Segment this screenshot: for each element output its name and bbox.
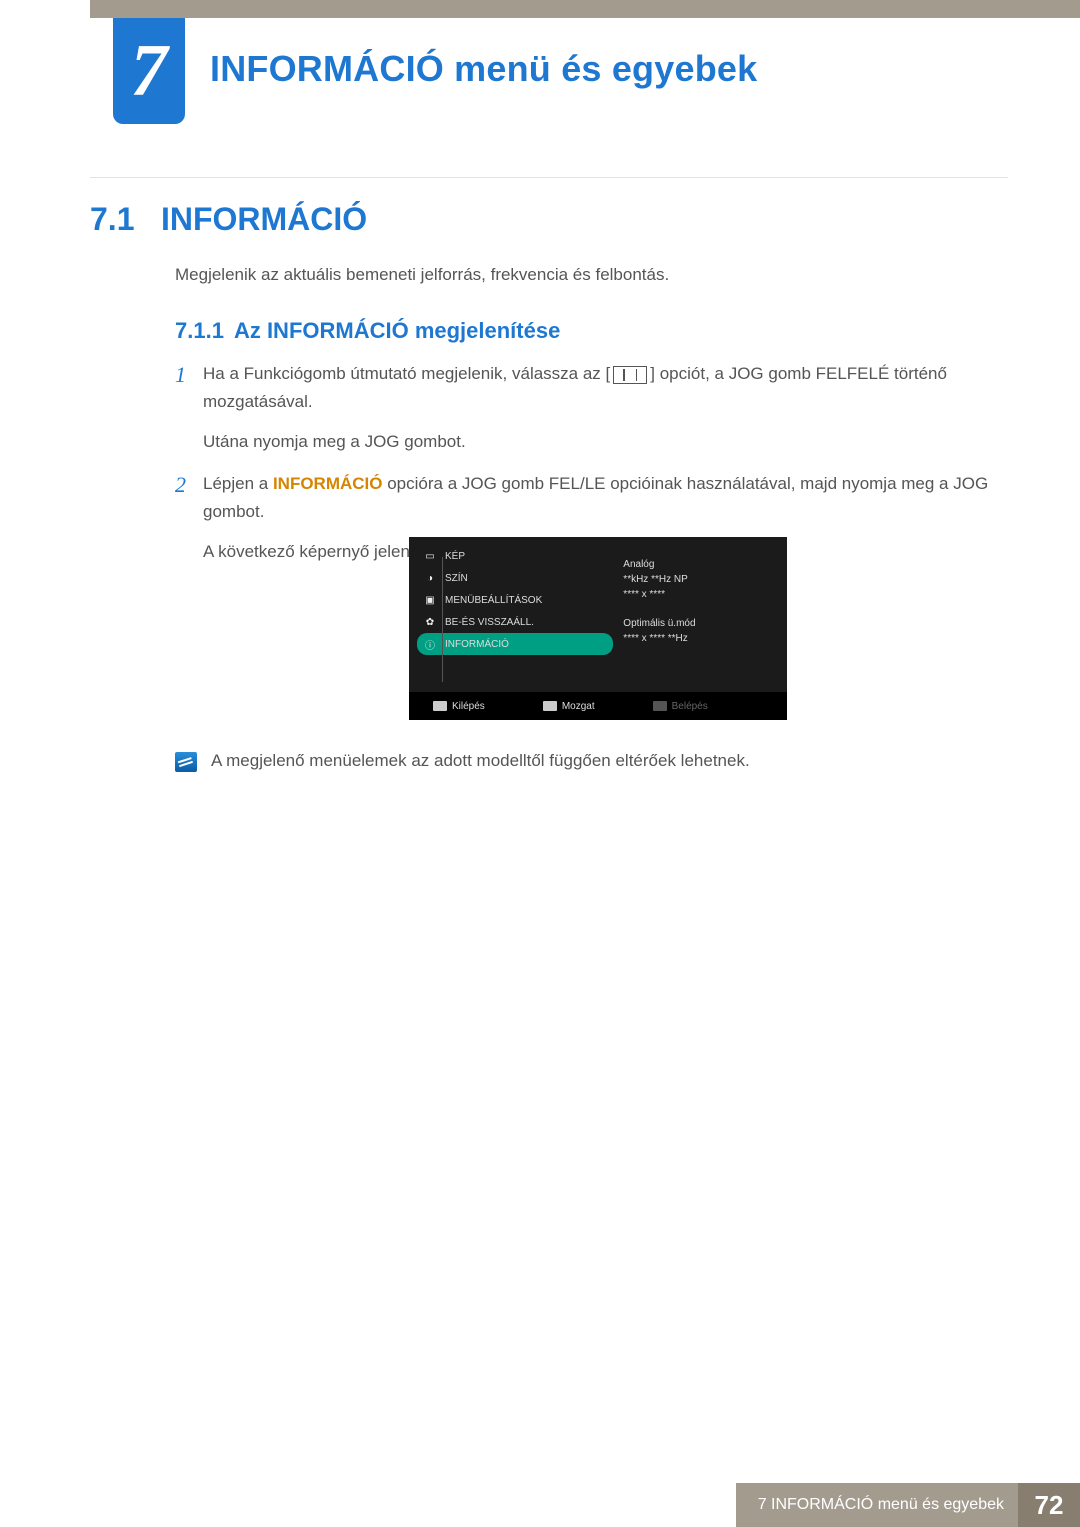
osd-menu-line [442, 557, 443, 682]
section-intro: Megjelenik az aktuális bemeneti jelforrá… [175, 265, 669, 285]
note-text: A megjelenő menüelemek az adott modelltő… [211, 751, 750, 771]
chapter-badge: 7 [113, 18, 185, 124]
osd-menu: ▭ KÉP ◑ SZÍN ▣ MENÜBEÁLLÍTÁSOK ✿ BE-ÉS VISSZ… [409, 537, 623, 692]
osd-info-line: **** x **** **Hz [623, 631, 779, 646]
step-number: 2 [175, 470, 203, 566]
step-number: 1 [175, 360, 203, 456]
osd-info-group-2: Optimális ü.mód **** x **** **Hz [623, 616, 779, 646]
section-number: 7.1 [90, 201, 134, 238]
header-strip [90, 0, 1080, 18]
subsection-title: Az INFORMÁCIÓ megjelenítése [234, 318, 560, 343]
osd-foot-enter: Belépés [653, 701, 708, 712]
enter-key-icon [653, 701, 667, 711]
osd-foot-exit: Kilépés [433, 701, 485, 712]
subsection-heading: 7.1.1 Az INFORMÁCIÓ megjelenítése [175, 318, 560, 344]
step-text: Ha a Funkciógomb útmutató megjelenik, vá… [203, 360, 995, 456]
info-icon: ⓘ [423, 638, 437, 650]
menu-icon [613, 366, 647, 384]
osd-label: SZÍN [445, 573, 468, 584]
step-2-highlight: INFORMÁCIÓ [273, 474, 383, 493]
osd-foot-label: Mozgat [562, 701, 595, 712]
osd-item-bevis: ✿ BE-ÉS VISSZAÁLL. [423, 611, 613, 633]
picture-icon: ▭ [423, 550, 437, 562]
subsection-number: 7.1.1 [175, 318, 224, 343]
osd-body: ▭ KÉP ◑ SZÍN ▣ MENÜBEÁLLÍTÁSOK ✿ BE-ÉS VISSZ… [409, 537, 787, 692]
settings-menu-icon: ▣ [423, 594, 437, 606]
osd-item-szin: ◑ SZÍN [423, 567, 613, 589]
step-1-sub: Utána nyomja meg a JOG gombot. [203, 428, 995, 456]
osd-info-group-1: Analóg **kHz **Hz NP **** x **** [623, 557, 779, 602]
note-icon [175, 752, 197, 772]
step-1: 1 Ha a Funkciógomb útmutató megjelenik, … [175, 360, 995, 456]
osd-info-line: Optimális ü.mód [623, 616, 779, 631]
osd-foot-label: Kilépés [452, 701, 485, 712]
osd-info-line: **kHz **Hz NP [623, 572, 779, 587]
step-2-t1: Lépjen a [203, 474, 273, 493]
osd-label: BE-ÉS VISSZAÁLL. [445, 617, 534, 628]
section-heading: 7.1 INFORMÁCIÓ [90, 189, 367, 238]
chapter-title: INFORMÁCIÓ menü és egyebek [210, 48, 757, 90]
osd-info-line: **** x **** [623, 587, 779, 602]
page-footer: 7 INFORMÁCIÓ menü és egyebek 72 [736, 1483, 1080, 1527]
osd-footer: Kilépés Mozgat Belépés [409, 692, 787, 720]
gear-icon: ✿ [423, 616, 437, 628]
osd-item-info-selected: ⓘ INFORMÁCIÓ [417, 633, 613, 655]
osd-screenshot: ▭ KÉP ◑ SZÍN ▣ MENÜBEÁLLÍTÁSOK ✿ BE-ÉS VISSZ… [409, 537, 787, 720]
color-icon: ◑ [423, 572, 437, 584]
back-key-icon [433, 701, 447, 711]
osd-info-panel: Analóg **kHz **Hz NP **** x **** Optimál… [623, 537, 787, 692]
footer-page-number: 72 [1018, 1483, 1080, 1527]
chapter-number: 7 [131, 29, 168, 114]
osd-label: KÉP [445, 551, 465, 562]
osd-foot-label: Belépés [672, 701, 708, 712]
step-1-pre: Ha a Funkciógomb útmutató megjelenik, vá… [203, 364, 610, 383]
section-title: INFORMÁCIÓ [161, 201, 367, 238]
osd-label: INFORMÁCIÓ [445, 639, 509, 650]
osd-item-kep: ▭ KÉP [423, 545, 613, 567]
footer-label: 7 INFORMÁCIÓ menü és egyebek [736, 1483, 1018, 1527]
osd-info-line: Analóg [623, 557, 779, 572]
osd-item-menubeall: ▣ MENÜBEÁLLÍTÁSOK [423, 589, 613, 611]
osd-label: MENÜBEÁLLÍTÁSOK [445, 595, 542, 606]
section-rule [90, 177, 1008, 178]
arrows-key-icon [543, 701, 557, 711]
page: 7 INFORMÁCIÓ menü és egyebek 7.1 INFORMÁ… [0, 0, 1080, 1527]
osd-foot-move: Mozgat [543, 701, 595, 712]
note: A megjelenő menüelemek az adott modelltő… [175, 751, 750, 772]
